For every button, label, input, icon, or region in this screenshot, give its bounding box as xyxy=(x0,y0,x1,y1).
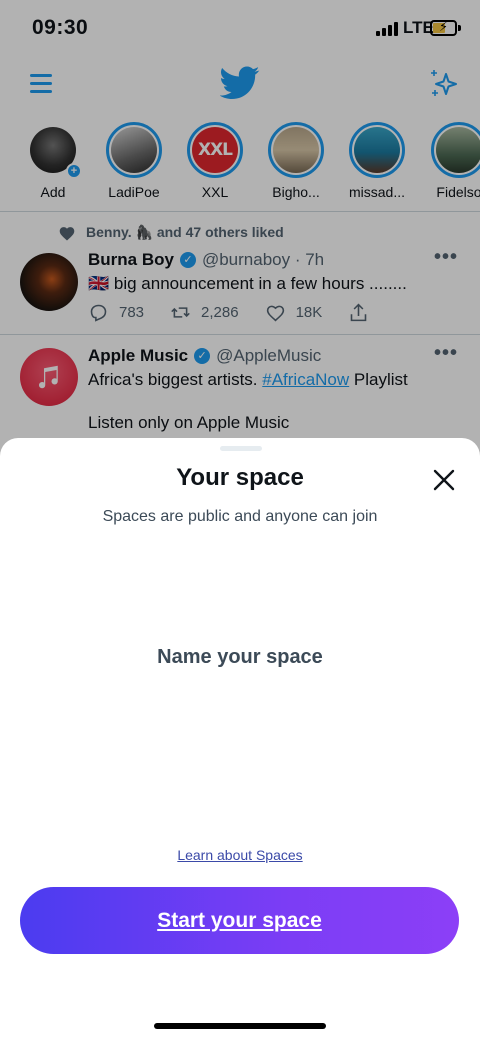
home-indicator xyxy=(154,1023,326,1029)
sheet-grabber[interactable] xyxy=(220,446,262,451)
start-space-button[interactable]: Start your space xyxy=(20,887,459,954)
learn-about-spaces-link[interactable]: Learn about Spaces xyxy=(0,847,480,863)
space-name-input[interactable] xyxy=(40,642,440,672)
create-space-sheet: Your space Spaces are public and anyone … xyxy=(0,438,480,1039)
sheet-subtitle: Spaces are public and anyone can join xyxy=(102,508,378,525)
close-icon[interactable] xyxy=(432,468,456,492)
sheet-title: Your space xyxy=(176,464,304,491)
